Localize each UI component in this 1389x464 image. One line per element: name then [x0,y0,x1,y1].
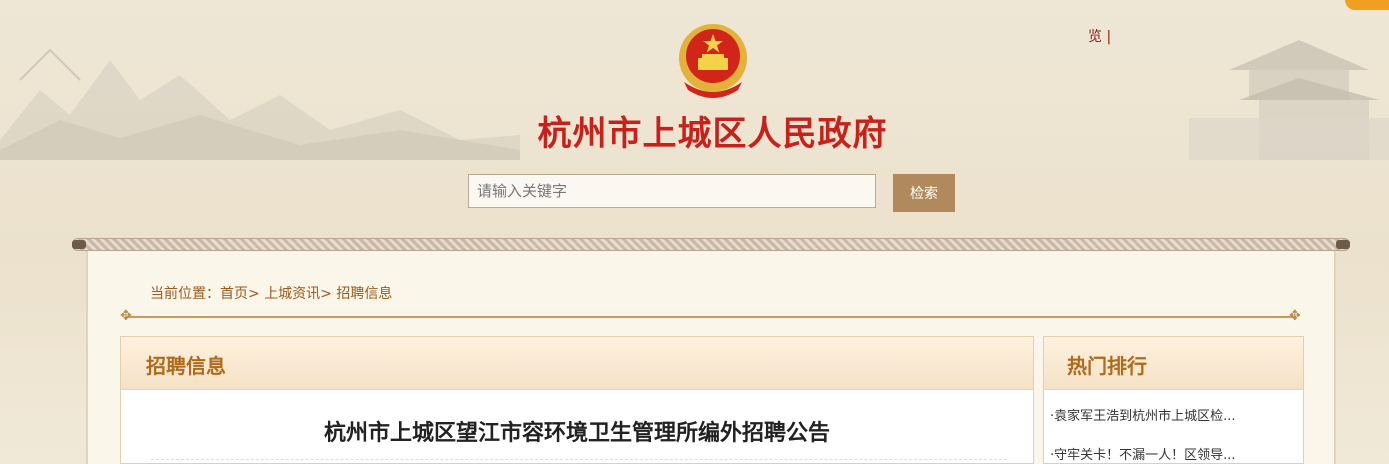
hot-list-item[interactable]: ·袁家军王浩到杭州市上城区检... [1050,405,1236,424]
divider-ornament-icon: ✥ [120,308,132,324]
breadcrumb-separator: > [248,286,260,302]
main-panel-header: 招聘信息 [121,337,1033,390]
breadcrumb: 当前位置：首页> 上城资讯> 招聘信息 [150,283,392,303]
scroll-knob-right [1336,240,1350,249]
breadcrumb-separator: > [320,286,332,302]
breadcrumb-prefix: 当前位置： [150,286,220,302]
scroll-rod-decoration [72,238,1350,251]
divider-ornament-icon: ✥ [1289,308,1301,324]
hot-panel-title: 热门排行 [1067,354,1147,378]
corner-accent [1345,0,1389,10]
breadcrumb-home[interactable]: 首页 [220,286,248,302]
scroll-knob-left [72,240,86,249]
top-nav-link[interactable]: 览 | [1088,26,1111,46]
section-title: 招聘信息 [146,354,226,378]
search-input[interactable] [468,174,876,208]
search-button[interactable]: 检索 [893,174,955,212]
article-divider [151,459,1007,460]
site-title: 杭州市上城区人民政府 [537,114,888,154]
hot-ranking-panel: 热门排行 ·袁家军王浩到杭州市上城区检... ·守牢关卡！不漏一人！区领导... [1043,336,1304,464]
main-content-panel: 招聘信息 杭州市上城区望江市容环境卫生管理所编外招聘公告 [120,336,1034,464]
breadcrumb-jobs[interactable]: 招聘信息 [336,286,392,302]
national-emblem-icon [679,24,747,98]
hot-panel-header: 热门排行 [1044,337,1303,390]
breadcrumb-news[interactable]: 上城资讯 [264,286,320,302]
breadcrumb-divider [126,316,1296,318]
hot-list-item[interactable]: ·守牢关卡！不漏一人！区领导... [1050,444,1236,463]
article-title: 杭州市上城区望江市容环境卫生管理所编外招聘公告 [323,421,830,446]
